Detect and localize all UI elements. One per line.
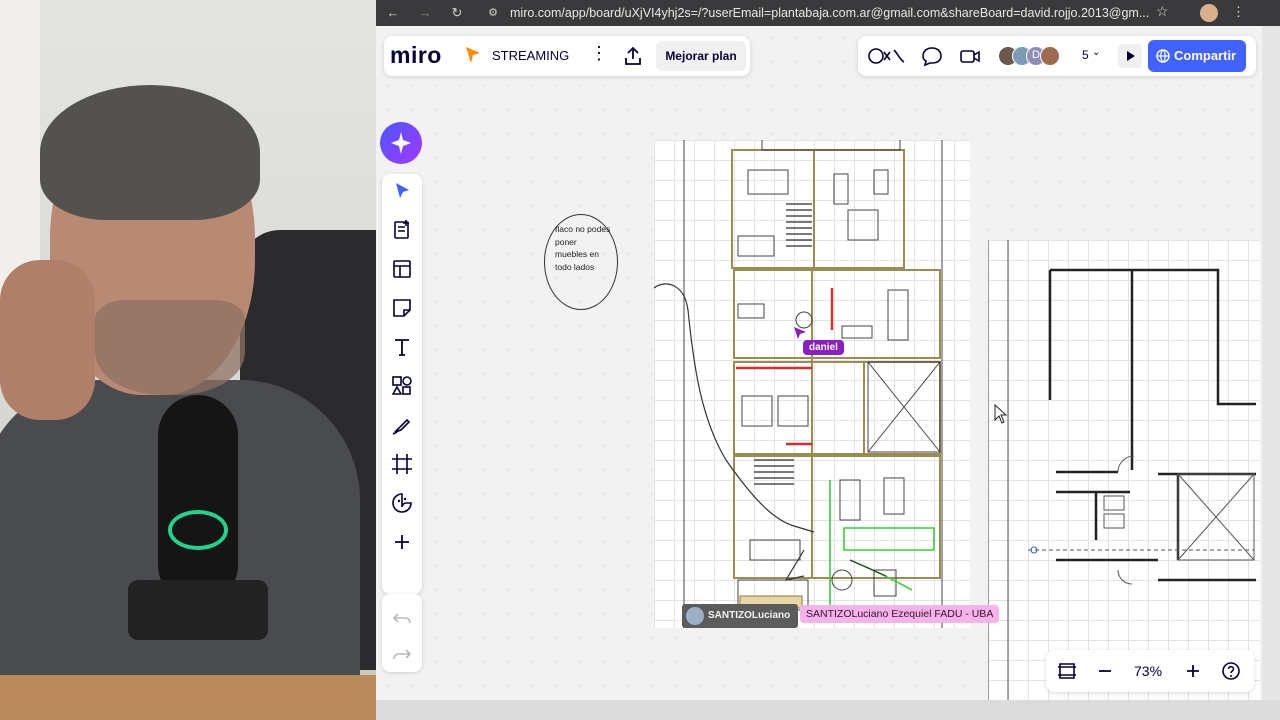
profile-avatar[interactable] bbox=[1200, 4, 1218, 22]
help-icon[interactable] bbox=[1220, 660, 1242, 682]
globe-icon bbox=[1156, 49, 1170, 63]
select-icon[interactable] bbox=[389, 178, 415, 204]
miro-board-canvas[interactable]: flaco no podes poner muebles en todo lad… bbox=[376, 26, 1262, 700]
pen-icon[interactable] bbox=[389, 412, 415, 438]
stickers-icon[interactable] bbox=[389, 490, 415, 516]
reactions-icon[interactable] bbox=[866, 44, 906, 68]
address-bar: ← → ↻ ⚙ miro.com/app/board/uXjVI4yhj2s=/… bbox=[376, 0, 1280, 26]
url-text[interactable]: miro.com/app/board/uXjVI4yhj2s=/?userEma… bbox=[510, 6, 1150, 20]
board-header: miro STREAMING ⋮ Mejorar plan bbox=[384, 36, 750, 76]
collaborator-avatar-4[interactable] bbox=[1040, 46, 1060, 66]
note-text: flaco no podes poner muebles en todo lad… bbox=[555, 224, 611, 272]
zoom-in-icon[interactable] bbox=[1182, 660, 1204, 682]
webcam-microphone-light bbox=[168, 510, 228, 550]
shapes-icon[interactable] bbox=[389, 373, 415, 399]
share-button-label: Compartir bbox=[1174, 48, 1237, 63]
template-icon[interactable] bbox=[389, 217, 415, 243]
floor-plan-image-secondary[interactable] bbox=[987, 240, 1260, 700]
webcam-beard bbox=[95, 300, 245, 395]
text-icon[interactable] bbox=[389, 334, 415, 360]
browser-window: ← → ↻ ⚙ miro.com/app/board/uXjVI4yhj2s=/… bbox=[376, 0, 1280, 700]
undo-icon[interactable] bbox=[390, 606, 414, 630]
floor-plan-drawing-large bbox=[987, 240, 1256, 700]
fit-to-screen-icon[interactable] bbox=[1056, 660, 1078, 682]
webcam-overlay bbox=[0, 0, 376, 720]
zoom-out-icon[interactable] bbox=[1094, 660, 1116, 682]
upgrade-plan-button[interactable]: Mejorar plan bbox=[656, 41, 746, 71]
sticky-note-icon[interactable] bbox=[389, 295, 415, 321]
undo-redo-panel bbox=[382, 594, 422, 672]
collaborator-avatar-name: SANTIZOLuciano bbox=[708, 610, 791, 621]
collaborator-cursor-label-luciano: SANTIZOLuciano Ezequiel FADU - UBA bbox=[800, 605, 1000, 623]
video-call-icon[interactable] bbox=[958, 44, 982, 68]
zoom-controls: 73% bbox=[1046, 650, 1254, 692]
reload-icon[interactable]: ↻ bbox=[448, 4, 466, 22]
add-icon[interactable] bbox=[389, 529, 415, 555]
floor-plan-drawing bbox=[639, 133, 943, 628]
collaborator-avatar-tag: SANTIZOLuciano bbox=[682, 604, 798, 628]
screen-bottom-edge bbox=[376, 700, 1280, 720]
bookmark-star-icon[interactable]: ☆ bbox=[1156, 3, 1169, 20]
webcam-microphone bbox=[158, 395, 238, 605]
back-icon[interactable]: ← bbox=[384, 4, 402, 22]
daniel-cursor-icon bbox=[794, 327, 806, 339]
board-menu-icon[interactable]: ⋮ bbox=[590, 43, 608, 67]
chat-icon[interactable] bbox=[920, 44, 944, 68]
webcam-microphone-stand bbox=[128, 580, 268, 640]
chevron-down-icon[interactable]: ⌄ bbox=[1092, 47, 1100, 58]
ai-assistant-button[interactable] bbox=[380, 122, 422, 164]
webcam-hair bbox=[40, 85, 260, 220]
sparkle-icon bbox=[391, 132, 411, 154]
collaborator-count[interactable]: 5 bbox=[1082, 48, 1089, 62]
webcam-hand bbox=[0, 260, 95, 420]
webcam-background-door bbox=[0, 0, 40, 300]
collaborator-avatar bbox=[686, 607, 704, 625]
browser-menu-icon[interactable]: ⋮ bbox=[1232, 4, 1245, 20]
table-icon[interactable] bbox=[389, 256, 415, 282]
forward-icon[interactable]: → bbox=[416, 4, 434, 22]
creation-toolbar bbox=[382, 174, 422, 594]
floor-plan-image-main[interactable] bbox=[639, 133, 970, 628]
miro-logo[interactable]: miro bbox=[390, 42, 442, 69]
export-icon[interactable] bbox=[622, 45, 644, 67]
webcam-desk bbox=[0, 675, 376, 720]
zoom-level[interactable]: 73% bbox=[1134, 663, 1162, 679]
mouse-pointer-icon bbox=[994, 404, 1008, 424]
hand-drawn-note[interactable]: flaco no podes poner muebles en todo lad… bbox=[544, 214, 618, 310]
redo-icon[interactable] bbox=[390, 642, 414, 666]
collaborator-cursor-label-daniel: daniel bbox=[803, 340, 844, 355]
board-cursor-icon bbox=[466, 47, 480, 63]
present-play-icon[interactable] bbox=[1118, 44, 1142, 68]
vertical-scrollbar[interactable] bbox=[1262, 26, 1280, 700]
share-button[interactable]: Compartir bbox=[1148, 40, 1246, 72]
board-name[interactable]: STREAMING bbox=[492, 48, 569, 63]
site-settings-icon[interactable]: ⚙ bbox=[484, 4, 502, 22]
frame-icon[interactable] bbox=[389, 451, 415, 477]
collaboration-bar: D 5 ⌄ Compartir bbox=[858, 36, 1256, 76]
